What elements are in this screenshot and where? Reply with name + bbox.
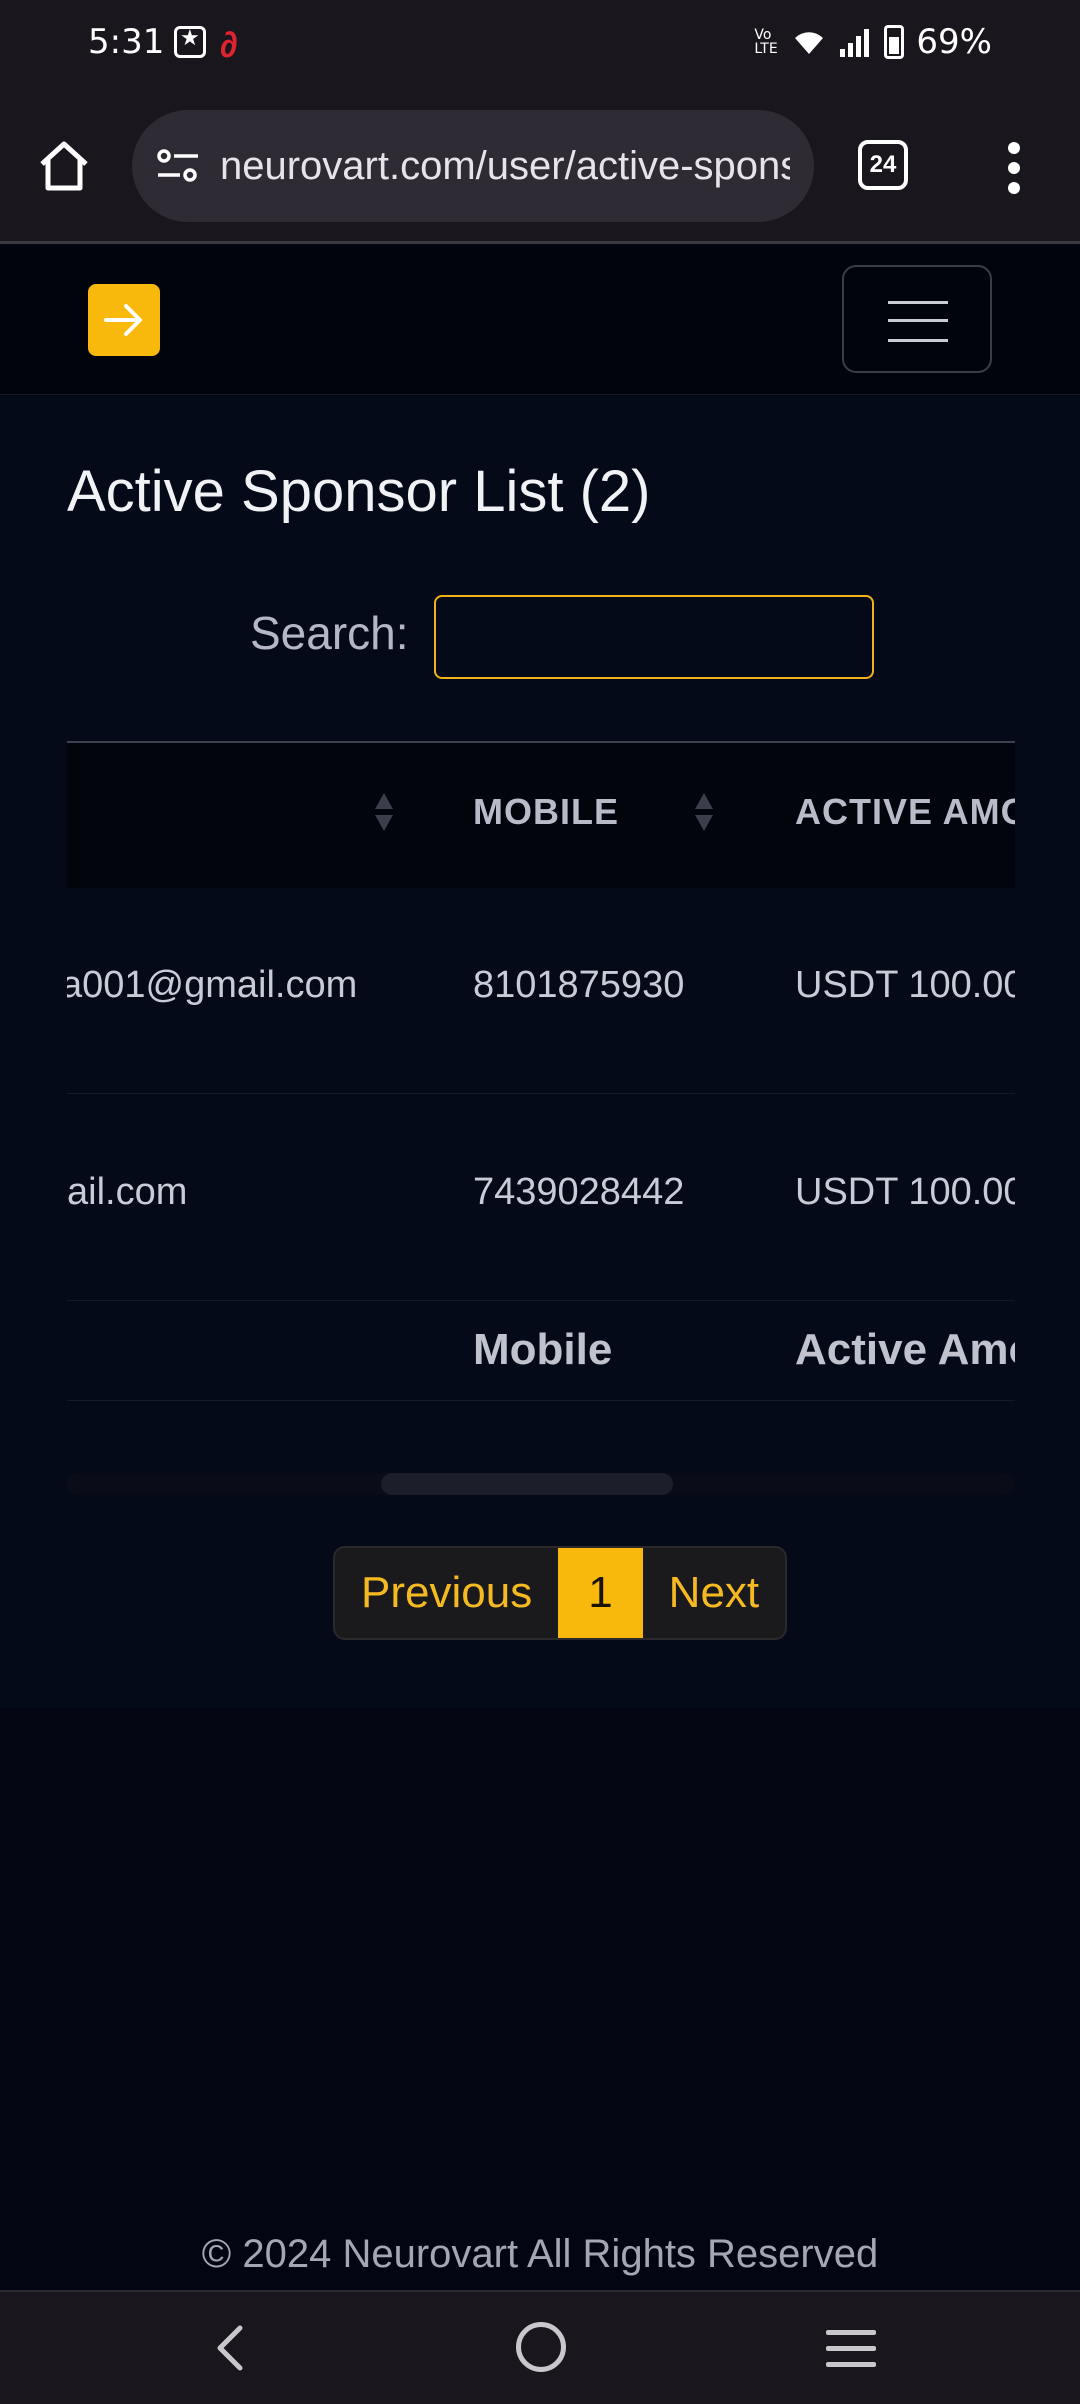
cell-active-amount: USDT 100.00	[795, 1171, 1015, 1213]
sponsor-table: MOBILE ACTIVE AMOUNT a001@gmail.com 8101…	[67, 741, 1015, 1421]
column-header-active-amount[interactable]: ACTIVE AMOUNT	[795, 791, 1015, 833]
home-circle-icon[interactable]	[516, 2322, 566, 2372]
signal-icon	[840, 29, 870, 57]
page-1-button[interactable]: 1	[558, 1548, 643, 1638]
footer-mobile: Mobile	[473, 1325, 613, 1374]
table-header: MOBILE ACTIVE AMOUNT	[67, 743, 1015, 888]
previous-page-button[interactable]: Previous	[335, 1548, 558, 1638]
sort-icon[interactable]	[373, 793, 395, 837]
status-bar: 5:31 ∂ Vo LTE 69%	[0, 0, 1080, 92]
back-icon[interactable]	[206, 2322, 256, 2374]
table-row: a001@gmail.com 8101875930 USDT 100.00	[67, 888, 1015, 1094]
footer-active-amount: Active Amount	[795, 1325, 1015, 1374]
status-time: 5:31	[88, 22, 165, 62]
cell-mobile: 7439028442	[473, 1171, 685, 1213]
browser-menu-icon[interactable]	[996, 142, 1032, 202]
table-footer: Mobile Active Amount	[67, 1301, 1015, 1401]
status-indicators: Vo LTE 69%	[754, 22, 992, 62]
battery-percent: 69%	[916, 22, 992, 62]
horizontal-scrollbar[interactable]	[67, 1473, 1015, 1495]
url-text: neurovart.com/user/active-sponsor	[220, 144, 790, 188]
search-label: Search:	[250, 607, 409, 659]
volte-icon: Vo LTE	[754, 27, 778, 57]
cell-email: a001@gmail.com	[67, 964, 358, 1006]
table-row: ail.com 7439028442 USDT 100.00	[67, 1095, 1015, 1301]
address-bar[interactable]: neurovart.com/user/active-sponsor	[132, 110, 814, 222]
page-title: Active Sponsor List (2)	[67, 459, 651, 524]
site-settings-icon[interactable]	[156, 148, 200, 184]
tab-switcher-button[interactable]: 24	[858, 140, 908, 190]
logo-arrow-icon[interactable]	[88, 284, 160, 356]
cell-email: ail.com	[67, 1171, 188, 1213]
cell-mobile: 8101875930	[473, 964, 685, 1006]
cell-active-amount: USDT 100.00	[795, 964, 1015, 1006]
content-card: Active Sponsor List (2) Search: MOBILE A…	[0, 396, 1080, 1708]
browser-toolbar: neurovart.com/user/active-sponsor 24	[0, 92, 1080, 244]
wifi-icon	[795, 32, 824, 54]
pagination: Previous 1 Next	[333, 1546, 788, 1640]
site-header	[0, 247, 1080, 395]
next-page-button[interactable]: Next	[643, 1548, 785, 1638]
recents-icon[interactable]	[826, 2330, 876, 2370]
column-header-mobile[interactable]: MOBILE	[473, 791, 619, 833]
airtel-icon: ∂	[220, 24, 238, 65]
scrollbar-thumb[interactable]	[381, 1473, 673, 1495]
copyright: © 2024 Neurovart All Rights Reserved	[201, 2232, 879, 2276]
battery-icon	[884, 25, 905, 59]
search-input[interactable]	[434, 595, 874, 679]
notification-app-icon	[174, 25, 206, 58]
home-icon[interactable]	[34, 136, 94, 196]
system-nav-bar	[0, 2290, 1080, 2404]
sort-icon[interactable]	[693, 793, 715, 837]
nav-toggle-button[interactable]	[842, 265, 992, 373]
